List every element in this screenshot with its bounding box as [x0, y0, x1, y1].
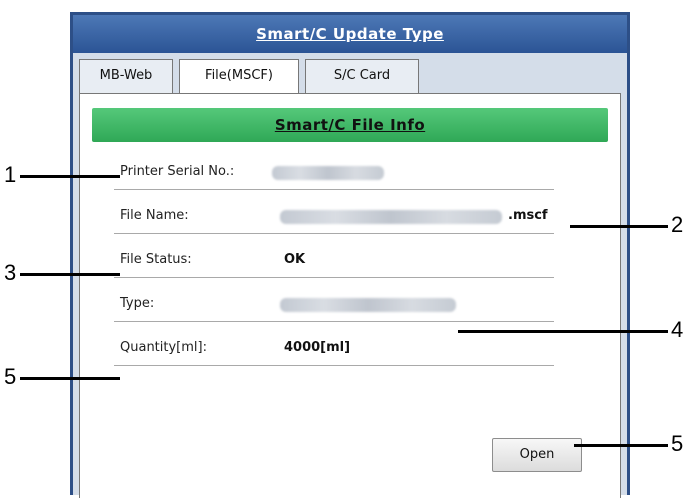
tab-file-mscf[interactable]: File(MSCF) — [179, 59, 299, 95]
callout-number-3: 3 — [4, 260, 17, 285]
file-name-extension: .mscf — [508, 208, 548, 223]
callout-line-5a — [20, 377, 120, 380]
file-name-row: File Name: .mscf — [114, 200, 554, 234]
callout-number-4: 4 — [671, 317, 684, 342]
callout-number-2: 2 — [671, 212, 684, 237]
file-status-value: OK — [284, 252, 306, 267]
row-divider — [114, 189, 554, 190]
file-name-value-redacted — [280, 210, 502, 224]
tab-sc-card[interactable]: S/C Card — [305, 59, 419, 93]
open-button[interactable]: Open — [492, 438, 582, 472]
printer-serial-row: Printer Serial No.: — [114, 156, 554, 190]
file-info-banner: Smart/C File Info — [92, 108, 608, 142]
file-name-label: File Name: — [120, 208, 189, 223]
callout-number-1: 1 — [4, 162, 17, 187]
file-info-panel: Smart/C File Info Printer Serial No.: Fi… — [79, 93, 621, 498]
printer-serial-label: Printer Serial No.: — [120, 164, 235, 179]
row-divider — [114, 365, 554, 366]
quantity-value: 4000[ml] — [284, 340, 351, 355]
type-label: Type: — [120, 296, 155, 311]
callout-line-3 — [20, 273, 120, 276]
dialog-title: Smart/C Update Type — [73, 15, 627, 53]
printer-serial-value-redacted — [272, 166, 384, 180]
row-divider — [114, 233, 554, 234]
callout-line-5b — [574, 444, 668, 447]
smartc-update-dialog: Smart/C Update Type MB-Web File(MSCF) S/… — [70, 12, 630, 498]
callout-number-5b: 5 — [671, 431, 684, 456]
tab-mb-web[interactable]: MB-Web — [79, 59, 173, 93]
type-row: Type: — [114, 288, 554, 322]
file-status-label: File Status: — [120, 252, 192, 267]
type-value-redacted — [280, 298, 456, 312]
callout-line-2 — [570, 225, 668, 228]
callout-line-4 — [458, 330, 668, 333]
callout-number-5a: 5 — [4, 364, 17, 389]
quantity-label: Quantity[ml]: — [120, 340, 207, 355]
file-status-row: File Status: OK — [114, 244, 554, 278]
row-divider — [114, 321, 554, 322]
callout-line-1 — [20, 175, 120, 178]
row-divider — [114, 277, 554, 278]
quantity-row: Quantity[ml]: 4000[ml] — [114, 332, 554, 366]
